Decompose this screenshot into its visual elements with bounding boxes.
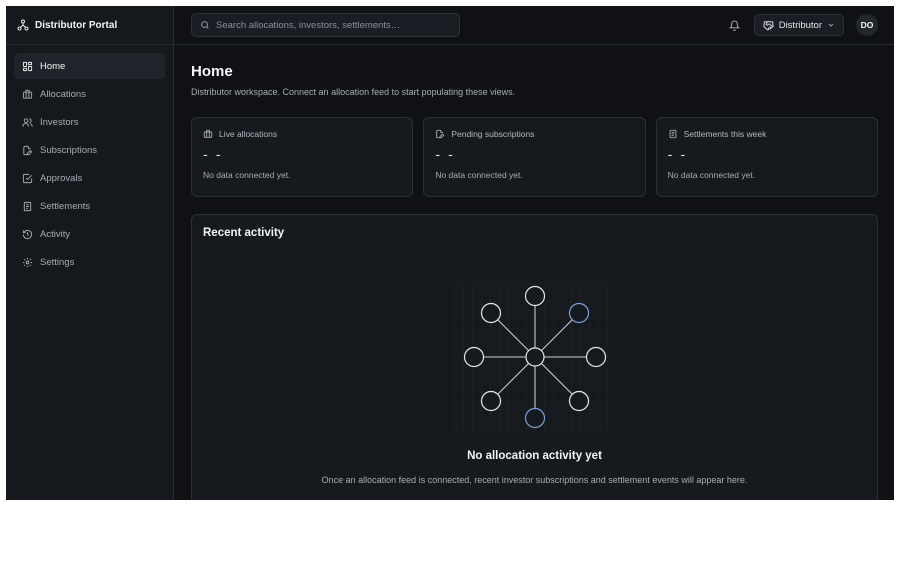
sidebar-item-label: Home <box>40 60 66 72</box>
receipt-icon <box>23 201 32 211</box>
stat-card-note: No data connected yet. <box>435 170 523 180</box>
network-logo-icon <box>17 19 29 31</box>
users-icon <box>22 117 33 127</box>
stat-card-value: - - <box>203 148 223 163</box>
sidebar-item-allocations[interactable]: Allocations <box>14 81 165 107</box>
search-box[interactable] <box>191 13 460 37</box>
stat-card-note: No data connected yet. <box>667 170 756 180</box>
brand-name: Distributor Portal <box>35 19 118 31</box>
grid-icon <box>22 61 33 71</box>
avatar-initials: DO <box>860 20 874 30</box>
page-content: Home Distributor workspace. Connect an a… <box>174 45 894 500</box>
stat-card-label: Settlements this week <box>683 129 767 139</box>
stat-card-live-allocations: Live allocations - - No data connected y… <box>191 117 414 197</box>
recent-activity-title: Recent activity <box>203 227 285 239</box>
sidebar-item-label: Subscriptions <box>40 144 98 156</box>
bell-icon <box>729 20 741 31</box>
briefcase-icon <box>203 129 213 138</box>
stat-card-value: - - <box>667 148 688 163</box>
briefcase-icon <box>22 89 33 99</box>
stat-card-label: Live allocations <box>219 129 278 139</box>
network-graph-illustration-icon <box>454 283 616 431</box>
sidebar-item-label: Investors <box>40 116 79 128</box>
app-window: Distributor Portal Home Allocations Inve… <box>6 6 894 500</box>
stat-card-value: - - <box>435 148 455 163</box>
brand[interactable]: Distributor Portal <box>6 6 173 45</box>
sidebar-item-label: Activity <box>40 228 71 240</box>
sidebar: Distributor Portal Home Allocations Inve… <box>6 6 174 500</box>
page-title: Home <box>191 63 233 80</box>
stat-card-pending-subscriptions: Pending subscriptions - - No data connec… <box>423 117 646 197</box>
main-area: Distributor DO Home Distributor workspac… <box>174 6 894 500</box>
handshake-icon <box>763 20 774 30</box>
recent-activity-panel: Recent activity No allocation activity y… <box>191 214 878 500</box>
sidebar-item-activity[interactable]: Activity <box>14 221 165 247</box>
role-label: Distributor <box>778 19 822 31</box>
sidebar-item-label: Allocations <box>40 88 86 100</box>
sidebar-item-settlements[interactable]: Settlements <box>14 193 165 219</box>
topbar: Distributor DO <box>174 6 894 45</box>
sidebar-item-settings[interactable]: Settings <box>14 249 165 275</box>
receipt-icon <box>669 129 676 139</box>
topbar-actions: Distributor DO <box>728 14 878 36</box>
sidebar-item-subscriptions[interactable]: Subscriptions <box>14 137 165 163</box>
check-square-icon <box>22 173 33 183</box>
sidebar-nav: Home Allocations Investors Subscriptions… <box>6 45 173 283</box>
search-input[interactable] <box>216 19 446 31</box>
chevron-down-icon <box>828 23 834 27</box>
stat-card-note: No data connected yet. <box>203 170 291 180</box>
file-edit-icon <box>436 129 445 139</box>
stat-card-label: Pending subscriptions <box>451 129 535 139</box>
search-icon <box>201 21 209 29</box>
history-icon <box>22 229 33 239</box>
file-edit-icon <box>23 145 33 155</box>
role-switcher-button[interactable]: Distributor <box>753 14 844 36</box>
sidebar-item-approvals[interactable]: Approvals <box>14 165 165 191</box>
sidebar-item-label: Approvals <box>40 172 83 184</box>
stat-cards: Live allocations - - No data connected y… <box>191 117 878 197</box>
sidebar-item-home[interactable]: Home <box>14 53 165 79</box>
sidebar-item-investors[interactable]: Investors <box>14 109 165 135</box>
empty-state-title: No allocation activity yet <box>467 450 602 462</box>
avatar[interactable]: DO <box>856 14 878 36</box>
sidebar-item-label: Settlements <box>40 200 91 212</box>
notifications-button[interactable] <box>728 18 742 32</box>
page-subtitle: Distributor workspace. Connect an alloca… <box>191 87 516 97</box>
sidebar-item-label: Settings <box>40 256 75 268</box>
empty-state-subtitle: Once an allocation feed is connected, re… <box>321 475 748 485</box>
stat-card-settlements-week: Settlements this week - - No data connec… <box>655 117 878 197</box>
gear-icon <box>22 257 33 267</box>
